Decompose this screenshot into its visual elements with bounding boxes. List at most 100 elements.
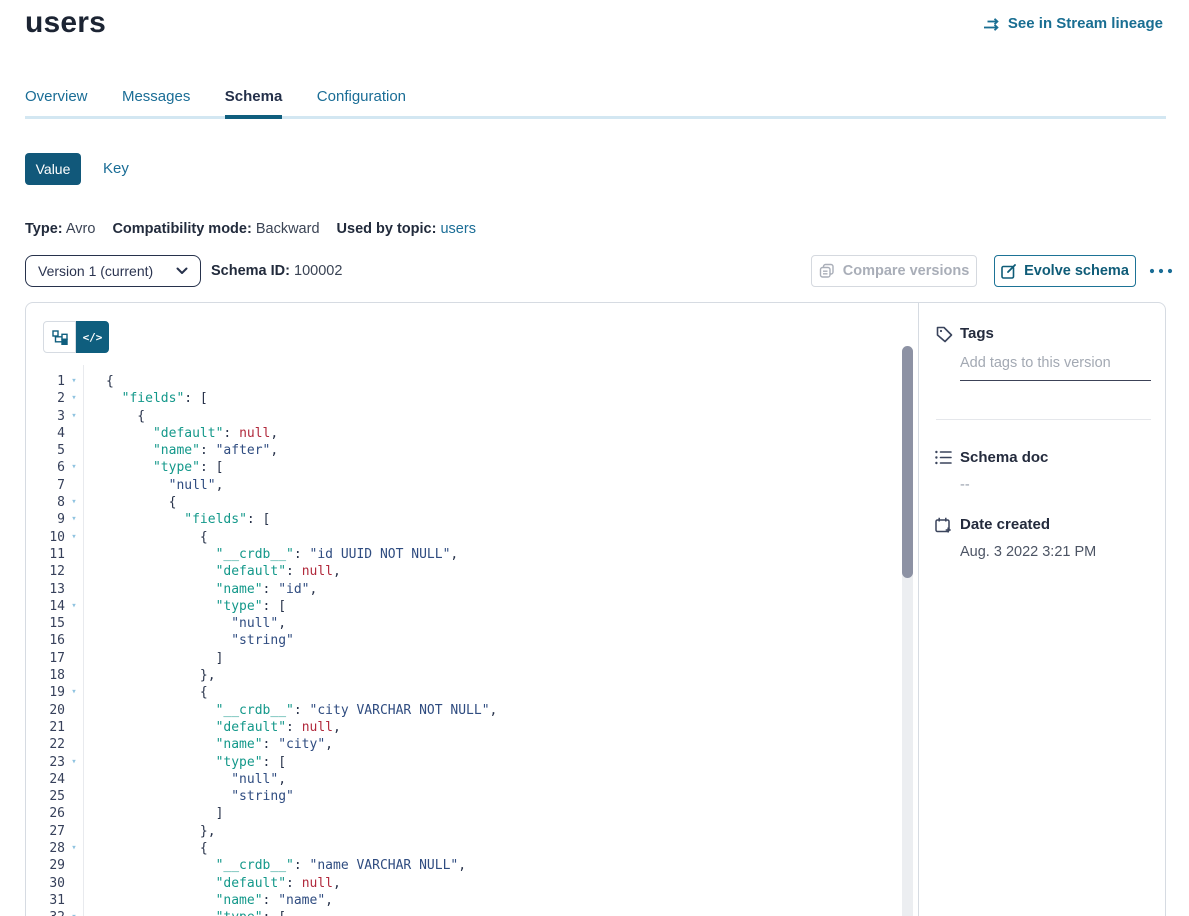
line-number: 28 xyxy=(26,840,65,857)
schema-editor-panel: </> 1▾{2▾ "fields": [3▾ {4 "default": nu… xyxy=(25,302,1166,916)
type-label: Type: xyxy=(25,221,63,237)
line-number: 4 xyxy=(26,425,65,442)
code-text: ] xyxy=(83,650,223,667)
fold-spacer xyxy=(65,771,83,788)
fold-spacer xyxy=(65,632,83,649)
code-text: "type": [ xyxy=(83,754,286,771)
code-line: 12 "default": null, xyxy=(26,563,896,580)
schema-id-value: 100002 xyxy=(294,263,342,279)
tab-schema[interactable]: Schema xyxy=(225,88,283,119)
line-number: 31 xyxy=(26,892,65,909)
version-select[interactable]: Version 1 (current) xyxy=(25,255,201,287)
code-text: "fields": [ xyxy=(83,390,208,407)
date-created-title: Date created xyxy=(960,516,1050,533)
code-view-icon: </> xyxy=(83,331,103,344)
ellipsis-icon xyxy=(1148,267,1174,275)
fold-toggle-icon[interactable]: ▾ xyxy=(65,529,83,546)
line-number: 25 xyxy=(26,788,65,805)
fold-spacer xyxy=(65,823,83,840)
date-created-value: Aug. 3 2022 3:21 PM xyxy=(960,544,1096,560)
schema-doc-value: -- xyxy=(960,477,970,493)
code-text: "null", xyxy=(83,615,286,632)
code-view-toggle[interactable]: </> xyxy=(76,321,109,353)
code-text: "default": null, xyxy=(83,563,341,580)
fold-toggle-icon[interactable]: ▾ xyxy=(65,684,83,701)
fold-spacer xyxy=(65,581,83,598)
more-actions-button[interactable] xyxy=(1146,255,1176,287)
code-text: "__crdb__": "city VARCHAR NOT NULL", xyxy=(83,702,497,719)
line-number: 11 xyxy=(26,546,65,563)
fold-toggle-icon[interactable]: ▾ xyxy=(65,408,83,425)
code-line: 19▾ { xyxy=(26,684,896,701)
type-value: Avro xyxy=(66,221,96,237)
fold-spacer xyxy=(65,442,83,459)
code-text: "null", xyxy=(83,771,286,788)
version-select-value: Version 1 (current) xyxy=(38,263,176,279)
line-number: 19 xyxy=(26,684,65,701)
code-text: }, xyxy=(83,667,216,684)
fold-spacer xyxy=(65,425,83,442)
line-number: 23 xyxy=(26,754,65,771)
fold-toggle-icon[interactable]: ▾ xyxy=(65,390,83,407)
code-text: "default": null, xyxy=(83,719,341,736)
tab-messages[interactable]: Messages xyxy=(122,88,190,115)
code-text: { xyxy=(83,494,176,511)
tab-overview[interactable]: Overview xyxy=(25,88,88,115)
fold-spacer xyxy=(65,788,83,805)
code-text: "type": [ xyxy=(83,598,286,615)
editor-scrollbar-thumb[interactable] xyxy=(902,346,913,578)
line-number: 9 xyxy=(26,511,65,528)
fold-toggle-icon[interactable]: ▾ xyxy=(65,598,83,615)
fold-spacer xyxy=(65,667,83,684)
fold-spacer xyxy=(65,805,83,822)
stream-lineage-icon xyxy=(983,16,1001,32)
code-line: 4 "default": null, xyxy=(26,425,896,442)
tab-configuration[interactable]: Configuration xyxy=(317,88,406,115)
tab-bar: Overview Messages Schema Configuration xyxy=(25,88,1166,119)
code-text: "type": [ xyxy=(83,459,223,476)
line-number: 27 xyxy=(26,823,65,840)
compare-versions-icon xyxy=(819,263,835,279)
code-line: 32▾ "type": [ xyxy=(26,909,896,916)
stream-lineage-label: See in Stream lineage xyxy=(1008,15,1163,32)
line-number: 16 xyxy=(26,632,65,649)
fold-spacer xyxy=(65,563,83,580)
topic-link[interactable]: users xyxy=(440,221,475,237)
stream-lineage-link[interactable]: See in Stream lineage xyxy=(983,15,1163,32)
fold-toggle-icon[interactable]: ▾ xyxy=(65,373,83,390)
schema-doc-icon xyxy=(935,450,952,465)
code-line: 10▾ { xyxy=(26,529,896,546)
code-text: "default": null, xyxy=(83,875,341,892)
fold-toggle-icon[interactable]: ▾ xyxy=(65,459,83,476)
fold-toggle-icon[interactable]: ▾ xyxy=(65,511,83,528)
code-line: 26 ] xyxy=(26,805,896,822)
code-line: 8▾ { xyxy=(26,494,896,511)
code-text: "null", xyxy=(83,477,223,494)
code-line: 30 "default": null, xyxy=(26,875,896,892)
compatibility-label: Compatibility mode: xyxy=(112,221,251,237)
fold-toggle-icon[interactable]: ▾ xyxy=(65,840,83,857)
code-editor[interactable]: 1▾{2▾ "fields": [3▾ {4 "default": null,5… xyxy=(26,373,896,916)
fold-toggle-icon[interactable]: ▾ xyxy=(65,754,83,771)
code-line: 31 "name": "name", xyxy=(26,892,896,909)
line-number: 24 xyxy=(26,771,65,788)
line-number: 18 xyxy=(26,667,65,684)
key-toggle-button[interactable]: Key xyxy=(103,153,129,185)
sidebar-divider xyxy=(936,419,1151,420)
compare-versions-button[interactable]: Compare versions xyxy=(811,255,977,287)
add-tags-input[interactable] xyxy=(960,355,1151,381)
code-line: 24 "null", xyxy=(26,771,896,788)
fold-spacer xyxy=(65,702,83,719)
code-text: "default": null, xyxy=(83,425,278,442)
line-number: 3 xyxy=(26,408,65,425)
tree-view-toggle[interactable] xyxy=(43,321,76,353)
line-number: 10 xyxy=(26,529,65,546)
code-line: 28▾ { xyxy=(26,840,896,857)
calendar-plus-icon xyxy=(935,517,952,534)
fold-toggle-icon[interactable]: ▾ xyxy=(65,494,83,511)
evolve-schema-button[interactable]: Evolve schema xyxy=(994,255,1136,287)
line-number: 8 xyxy=(26,494,65,511)
code-line: 9▾ "fields": [ xyxy=(26,511,896,528)
value-toggle-button[interactable]: Value xyxy=(25,153,81,185)
fold-toggle-icon[interactable]: ▾ xyxy=(65,909,83,916)
